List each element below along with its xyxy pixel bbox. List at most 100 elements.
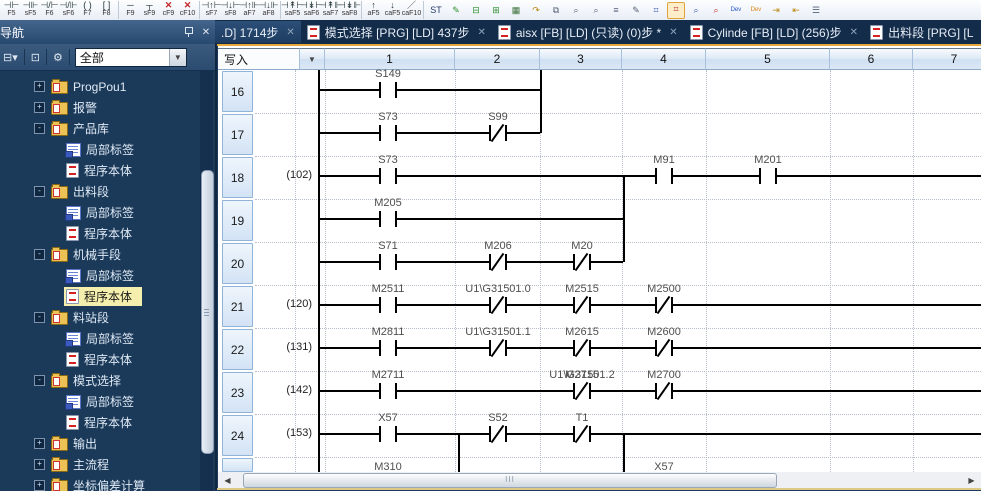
closed-contact-M2615[interactable] [573,340,591,356]
tree-item-程序本体[interactable]: 程序本体 [0,286,199,307]
statement-icon[interactable]: ≡ [606,0,626,20]
tool-F9-button[interactable]: ─ F9 [121,0,140,20]
rung-insert-icon[interactable]: ✎ [446,0,466,20]
closed-contact-M206[interactable] [489,254,507,270]
close-icon[interactable]: ✕ [197,24,215,40]
closed-contact-M20[interactable] [573,254,591,270]
row-number-partial[interactable] [222,458,253,472]
tool-sF7-button[interactable]: ⊣↑⊢ sF7 [201,0,221,20]
row-number-22[interactable]: 22 [222,329,253,370]
entry-mode-combobox[interactable]: 写入 [218,48,300,70]
row-number-23[interactable]: 23 [222,372,253,413]
tool-sF5-button[interactable]: ⊣⊩ sF5 [21,0,40,20]
horizontal-scrollbar[interactable]: ◀ ▶ [218,472,981,488]
row-number-18[interactable]: 18 [222,157,253,198]
tree-filter-dropdown[interactable]: 全部 ▼ [74,47,187,67]
find-next-icon[interactable]: ⌕ [586,0,606,20]
tree-item-局部标签[interactable]: 局部标签 [0,265,199,286]
row-number-21[interactable]: 21 [222,286,253,327]
open-contact-S73[interactable] [379,125,397,141]
open-contact-X57[interactable] [379,426,397,442]
collapse-icon[interactable]: - [34,375,45,386]
open-contact-S149[interactable] [379,82,397,98]
rung-delete-icon[interactable]: ⊟ [466,0,486,20]
closed-contact-S52[interactable] [489,426,507,442]
dev-search-icon[interactable]: ᴰᵉᵛ [726,0,746,20]
tool-aF7-button[interactable]: ⊣↑⊩ aF7 [239,0,259,20]
tool-aF8-button[interactable]: ⊣↓⊩ aF8 [258,0,278,20]
expand-icon[interactable]: + [34,102,45,113]
outline-display-active-icon[interactable]: ⌗ [666,0,686,20]
open-contact-M2511[interactable] [379,297,397,313]
expand-icon[interactable]: + [34,480,45,491]
connect-edit-icon[interactable]: ⊞ [486,0,506,20]
tree-item-出料段[interactable]: - 出料段 [0,181,199,202]
open-contact-M2811[interactable] [379,340,397,356]
open-contact-S71[interactable] [379,254,397,270]
tree-item-模式选择[interactable]: - 模式选择 [0,370,199,391]
tree-item-机械手段[interactable]: - 机械手段 [0,244,199,265]
tool-cF10-button[interactable]: ✕ cF10 [178,0,197,20]
closed-contact-S99[interactable] [489,125,507,141]
collapse-icon[interactable]: - [34,312,45,323]
block-edit-icon[interactable]: ▦ [506,0,526,20]
tree-item-坐标偏差计算[interactable]: + 坐标偏差计算 [0,475,199,491]
closed-contact-M2515[interactable] [573,297,591,313]
row-number-20[interactable]: 20 [222,243,253,284]
st-program-box-icon[interactable]: ST [426,0,446,20]
note-edit-icon[interactable]: ✎ [626,0,646,20]
expand-icon[interactable]: + [34,81,45,92]
open-contact-M91[interactable] [655,168,673,184]
horizontal-scrollbar-thumb[interactable] [243,473,777,488]
row-number-16[interactable]: 16 [222,71,253,112]
tool-sF8-button[interactable]: ⊣↓⊢ sF8 [220,0,240,20]
open-contact-S73[interactable] [379,168,397,184]
tab-document-0[interactable]: .D] 1714步 ✕ [215,21,301,43]
tool-caF5-button[interactable]: ↓ caF5 [383,0,402,20]
tree-item-程序本体[interactable]: 程序本体 [0,412,199,433]
closed-contact-M2700[interactable] [655,383,673,399]
tab-close-icon[interactable]: ✕ [477,27,485,38]
expand-icon[interactable]: + [34,459,45,470]
scroll-left-icon[interactable]: ◀ [221,474,234,486]
closed-contact-M2715[interactable] [573,383,591,399]
navigation-scrollbar-thumb[interactable] [201,170,214,454]
tree-collapse-icon[interactable]: ⊟▾ [0,48,21,66]
tool-F5-button[interactable]: ⊣⊢ F5 [2,0,21,20]
jump-source-icon[interactable]: ⇥ [766,0,786,20]
pin-icon[interactable] [179,24,197,40]
scroll-right-icon[interactable]: ▶ [965,474,978,486]
open-contact-M205[interactable] [379,211,397,227]
tool-sF6-button[interactable]: ⊣/⊩ sF6 [59,0,78,20]
entry-mode-dropdown-icon[interactable]: ▼ [300,48,325,70]
tool-aF5-button[interactable]: ↑ aF5 [364,0,383,20]
tree-item-局部标签[interactable]: 局部标签 [0,139,199,160]
row-number-17[interactable]: 17 [222,114,253,155]
row-number-19[interactable]: 19 [222,200,253,241]
tree-item-局部标签[interactable]: 局部标签 [0,391,199,412]
tree-item-产品库[interactable]: - 产品库 [0,118,199,139]
expand-icon[interactable]: + [34,438,45,449]
tree-item-程序本体[interactable]: 程序本体 [0,160,199,181]
list-view-icon[interactable]: ☰ [806,0,826,20]
device-find-icon[interactable]: ⌕ [686,0,706,20]
tab-close-icon[interactable]: ✕ [286,27,294,38]
tool-F8-button[interactable]: [ ] F8 [97,0,116,20]
collapse-icon[interactable]: - [34,186,45,197]
tree-item-报警[interactable]: + 报警 [0,97,199,118]
open-contact-M201[interactable] [759,168,777,184]
tab-document-3[interactable]: Cylinde [FB] [LD] (256)步 ✕ [684,21,864,43]
tab-close-icon[interactable]: ✕ [850,27,858,38]
tool-F7-button[interactable]: ( ) F7 [78,0,97,20]
jump-dest-icon[interactable]: ⇤ [786,0,806,20]
copy-rung-icon[interactable]: ⧉ [546,0,566,20]
closed-contact-M2500[interactable] [655,297,673,313]
tab-close-icon[interactable]: ✕ [669,27,677,38]
navigation-scrollbar[interactable] [200,70,214,491]
tree-item-局部标签[interactable]: 局部标签 [0,328,199,349]
closed-contact-M2600[interactable] [655,340,673,356]
closed-contact-T1[interactable] [573,426,591,442]
tree-item-ProgPou1[interactable]: + ProgPou1 [0,76,199,97]
row-number-24[interactable]: 24 [222,415,253,456]
collapse-icon[interactable]: - [34,123,45,134]
